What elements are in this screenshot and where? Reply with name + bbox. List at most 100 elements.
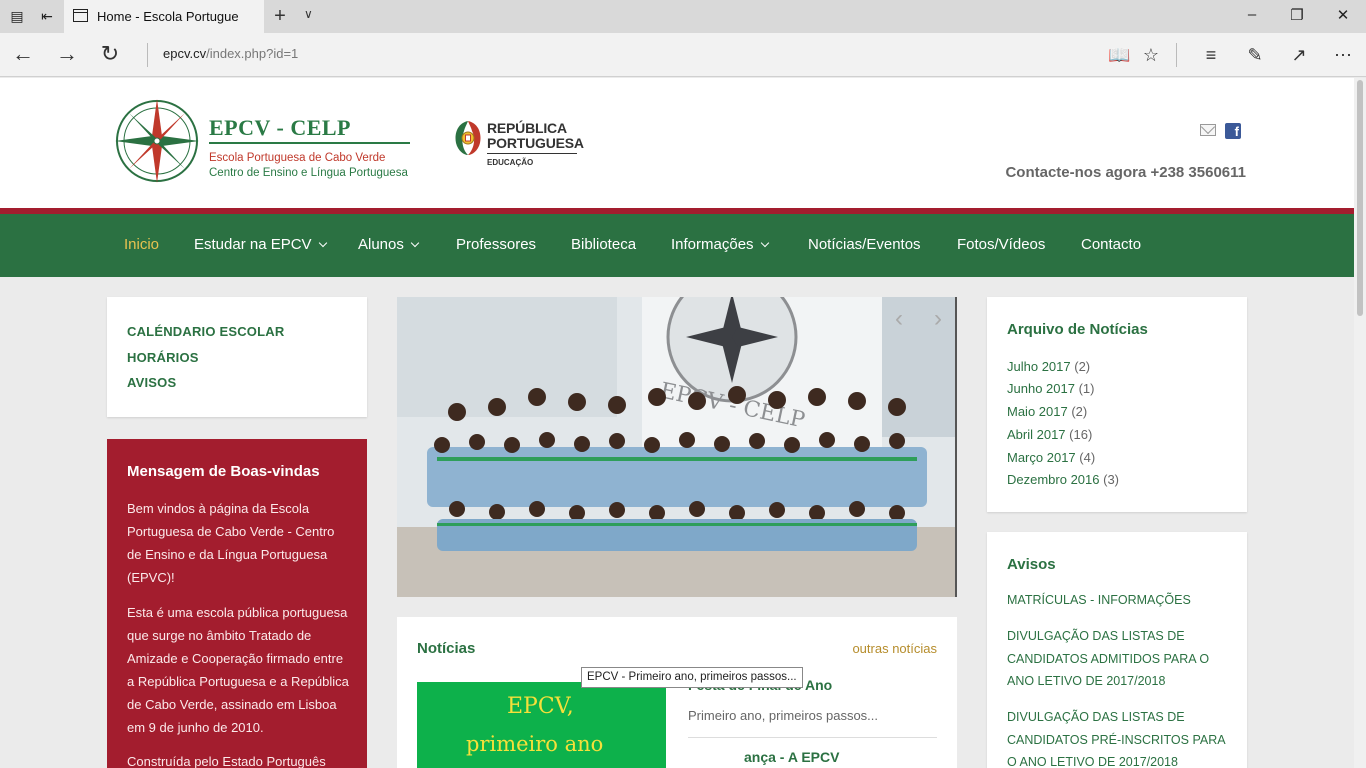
reading-view-icon[interactable]: 📖 bbox=[1108, 44, 1130, 66]
back-icon[interactable]: ← bbox=[10, 42, 36, 68]
nav-item-contacto[interactable]: Contacto bbox=[1081, 236, 1141, 253]
welcome-paragraph: Bem vindos à página da Escola Portuguesa… bbox=[127, 501, 335, 585]
photo-slider[interactable]: EPCV - CELP ‹ › bbox=[397, 297, 957, 597]
archive-item[interactable]: Março 2017 (4) bbox=[1007, 450, 1095, 465]
archive-month: Abril 2017 bbox=[1007, 427, 1066, 442]
aviso-link[interactable]: DIVULGAÇÃO DAS LISTAS DE CANDIDATOS ADMI… bbox=[1007, 625, 1227, 693]
republica-label: REPÚBLICA bbox=[487, 120, 567, 136]
group-photo-image: EPCV - CELP bbox=[397, 297, 955, 597]
portuguesa-label: PORTUGUESA bbox=[487, 135, 584, 151]
new-tab-icon[interactable]: + bbox=[270, 5, 290, 28]
mail-icon[interactable] bbox=[1200, 124, 1216, 136]
page-viewport: EPCV - CELP Escola Portuguesa de Cabo Ve… bbox=[0, 78, 1366, 768]
slider-next-icon[interactable]: › bbox=[923, 305, 953, 335]
nav-label: Notícias/Eventos bbox=[808, 236, 921, 253]
chevron-down-icon bbox=[410, 238, 420, 248]
republica-portuguesa-logo[interactable] bbox=[452, 117, 484, 157]
url-domain: epcv.cv bbox=[163, 46, 207, 61]
nav-item-fotos-videos[interactable]: Fotos/Vídeos bbox=[957, 236, 1045, 253]
aviso-link[interactable]: MATRÍCULAS - INFORMAÇÕES bbox=[1007, 589, 1227, 612]
notes-pen-icon[interactable]: ✎ bbox=[1244, 44, 1266, 66]
welcome-paragraph: Esta é uma escola pública portuguesa que… bbox=[127, 605, 349, 735]
welcome-card: Mensagem de Boas-vindas Bem vindos à pág… bbox=[107, 439, 367, 768]
news-card: Notícias outras notícias EPCV, primeiro … bbox=[397, 617, 957, 768]
news-item-title[interactable]: ança - A EPCV bbox=[744, 749, 839, 765]
divider bbox=[487, 153, 577, 154]
site-header: EPCV - CELP Escola Portuguesa de Cabo Ve… bbox=[0, 78, 1354, 208]
quick-link-calendario[interactable]: CALÉNDARIO ESCOLAR bbox=[127, 324, 284, 339]
set-aside-tabs-icon[interactable]: ⇤ bbox=[38, 8, 56, 24]
quick-link-avisos[interactable]: AVISOS bbox=[127, 375, 176, 390]
nav-item-professores[interactable]: Professores bbox=[456, 236, 536, 253]
page-scrollbar[interactable] bbox=[1354, 78, 1366, 768]
facebook-icon[interactable]: f bbox=[1225, 123, 1241, 139]
news-section-title: Notícias bbox=[417, 640, 476, 657]
browser-tab-home[interactable]: Home - Escola Portugue bbox=[64, 0, 264, 33]
address-bar: ← → ↻ epcv.cv/index.php?id=1 📖 ☆ ≡ ✎ ↗ ⋯ bbox=[0, 33, 1366, 77]
archive-count: (2) bbox=[1074, 359, 1091, 374]
chevron-down-icon bbox=[760, 238, 769, 248]
archive-item[interactable]: Dezembro 2016 (3) bbox=[1007, 472, 1119, 487]
scrollbar-thumb[interactable] bbox=[1357, 80, 1363, 316]
hub-icon[interactable]: ≡ bbox=[1200, 44, 1222, 66]
quick-link-horarios[interactable]: HORÁRIOS bbox=[127, 350, 199, 365]
brand-subtitle: Escola Portuguesa de Cabo Verde bbox=[209, 152, 386, 164]
nav-label: Contacto bbox=[1081, 236, 1142, 253]
close-icon[interactable]: ✕ bbox=[1333, 6, 1353, 24]
archive-item[interactable]: Junho 2017 (1) bbox=[1007, 381, 1094, 396]
news-item-summary: Primeiro ano, primeiros passos... bbox=[688, 708, 879, 723]
more-icon[interactable]: ⋯ bbox=[1332, 44, 1354, 66]
archive-item[interactable]: Abril 2017 (16) bbox=[1007, 427, 1092, 442]
nav-item-estudar[interactable]: Estudar na EPCV bbox=[194, 236, 327, 253]
url-field[interactable]: epcv.cv/index.php?id=1 bbox=[163, 46, 298, 61]
tab-title: Home - Escola Portugue bbox=[97, 9, 239, 24]
thumbnail-text: EPCV, bbox=[507, 694, 574, 719]
more-news-link[interactable]: outras notícias bbox=[852, 641, 937, 656]
aviso-link[interactable]: DIVULGAÇÃO DAS LISTAS DE CANDIDATOS PRÉ-… bbox=[1007, 706, 1227, 768]
archive-month: Dezembro 2016 bbox=[1007, 472, 1100, 487]
nav-label: Inicio bbox=[124, 236, 160, 253]
archive-item[interactable]: Maio 2017 (2) bbox=[1007, 404, 1087, 419]
news-archive-card: Arquivo de Notícias Julho 2017 (2) Junho… bbox=[987, 297, 1247, 512]
divider bbox=[147, 43, 148, 67]
news-thumbnail[interactable]: EPCV, primeiro ano bbox=[417, 682, 666, 768]
divider bbox=[1176, 43, 1177, 67]
link-tooltip: EPCV - Primeiro ano, primeiros passos... bbox=[581, 667, 803, 688]
chevron-down-icon bbox=[318, 238, 327, 248]
avisos-title: Avisos bbox=[1007, 556, 1056, 573]
archive-month: Junho 2017 bbox=[1007, 381, 1075, 396]
compass-rose-logo[interactable] bbox=[113, 97, 201, 185]
url-path: /index.php?id=1 bbox=[206, 46, 299, 61]
avisos-card: Avisos MATRÍCULAS - INFORMAÇÕES DIVULGAÇ… bbox=[987, 532, 1247, 768]
share-icon[interactable]: ↗ bbox=[1288, 44, 1310, 66]
refresh-icon[interactable]: ↻ bbox=[97, 42, 123, 68]
archive-month: Março 2017 bbox=[1007, 450, 1076, 465]
nav-label: Biblioteca bbox=[571, 236, 637, 253]
nav-item-biblioteca[interactable]: Biblioteca bbox=[571, 236, 636, 253]
brand-subtitle: Centro de Ensino e Língua Portuguesa bbox=[209, 167, 408, 179]
nav-item-informacoes[interactable]: Informações bbox=[671, 236, 769, 253]
nav-item-inicio[interactable]: Inicio bbox=[124, 236, 159, 253]
tab-manager-icon[interactable]: ▤ bbox=[8, 8, 26, 24]
browser-tab-bar: ▤ ⇤ Home - Escola Portugue + ∨ – ❐ ✕ bbox=[0, 0, 1366, 33]
favorite-star-icon[interactable]: ☆ bbox=[1140, 44, 1162, 66]
archive-count: (1) bbox=[1078, 381, 1095, 396]
nav-label: Fotos/Vídeos bbox=[957, 236, 1046, 253]
minimize-icon[interactable]: – bbox=[1242, 6, 1262, 23]
nav-label: Informações bbox=[671, 236, 754, 253]
divider bbox=[688, 737, 937, 738]
chevron-down-icon[interactable]: ∨ bbox=[304, 7, 313, 21]
nav-item-noticias-eventos[interactable]: Notícias/Eventos bbox=[808, 236, 921, 253]
brand-title[interactable]: EPCV - CELP bbox=[209, 115, 351, 141]
nav-label: Estudar na EPCV bbox=[194, 236, 312, 253]
archive-count: (4) bbox=[1079, 450, 1096, 465]
nav-item-alunos[interactable]: Alunos bbox=[358, 236, 420, 253]
slider-prev-icon[interactable]: ‹ bbox=[884, 305, 914, 335]
educacao-label: EDUCAÇÃO bbox=[487, 158, 534, 167]
archive-item[interactable]: Julho 2017 (2) bbox=[1007, 359, 1090, 374]
main-nav: Inicio Estudar na EPCV Alunos Professore… bbox=[0, 214, 1354, 277]
forward-icon[interactable]: → bbox=[54, 42, 80, 68]
archive-month: Julho 2017 bbox=[1007, 359, 1071, 374]
restore-icon[interactable]: ❐ bbox=[1287, 6, 1307, 24]
page-icon bbox=[73, 9, 88, 22]
